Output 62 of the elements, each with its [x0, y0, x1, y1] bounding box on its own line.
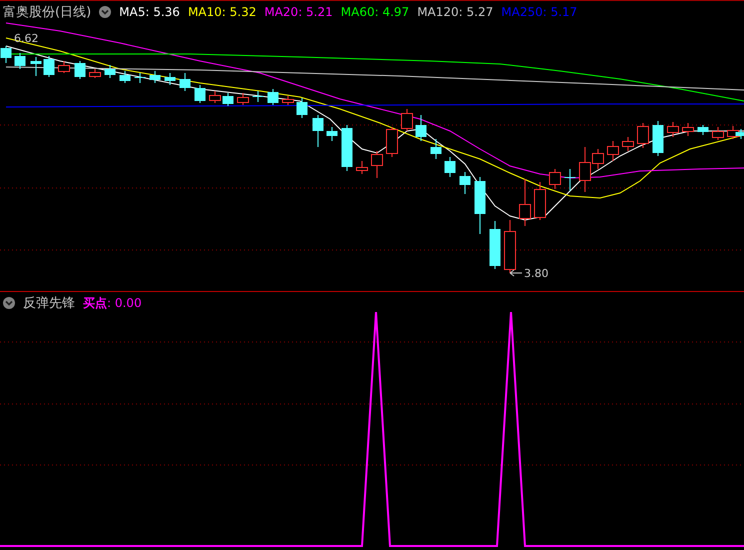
candlestick	[549, 168, 561, 190]
candlestick	[667, 122, 679, 138]
candlestick	[607, 140, 619, 162]
candlestick	[104, 64, 116, 78]
moving-average-value: MA60: 4.97	[340, 5, 410, 19]
candlestick	[504, 220, 516, 274]
candlestick	[58, 60, 70, 74]
moving-average-value: MA120: 5.27	[417, 5, 494, 19]
moving-average-value: MA250: 5.17	[501, 5, 578, 19]
candlestick	[150, 70, 160, 84]
candlestick	[209, 90, 221, 104]
candlestick	[682, 122, 694, 136]
candlestick	[14, 52, 26, 70]
high-price-label: 6.62	[14, 32, 38, 45]
candlestick	[460, 172, 470, 194]
candlestick	[222, 92, 234, 106]
candlestick	[564, 168, 576, 192]
candlestick	[134, 72, 146, 84]
candlestick	[444, 156, 456, 178]
collapse-icon[interactable]	[3, 297, 15, 309]
candlestick	[490, 220, 500, 270]
candlestick	[712, 126, 724, 140]
candlestick	[296, 98, 308, 118]
candlestick	[534, 182, 546, 220]
candlestick	[519, 178, 531, 226]
candlestick	[180, 72, 190, 92]
candlestick	[356, 160, 368, 174]
candlestick	[268, 88, 278, 106]
candlestick	[194, 84, 206, 104]
candlestick	[401, 108, 413, 132]
candlestick	[237, 92, 249, 106]
candlestick	[44, 56, 54, 78]
candlestick	[164, 72, 176, 86]
low-price-label: 3.80	[524, 267, 548, 280]
candlestick	[0, 46, 12, 64]
moving-average-value: MA5: 5.36	[119, 5, 180, 19]
candlestick	[282, 96, 294, 106]
candlestick	[430, 138, 442, 160]
candlestick	[371, 150, 383, 178]
stock-title: 富奥股份(日线)	[3, 4, 92, 21]
moving-average-value: MA10: 5.32	[188, 5, 256, 19]
candlestick	[736, 128, 744, 140]
buy-point-readout: 买点: 0.00	[83, 294, 142, 312]
candlestick	[326, 126, 338, 142]
candlestick	[312, 114, 324, 148]
indicator-title: 反弹先锋	[23, 295, 75, 312]
candlestick	[74, 60, 86, 80]
candlestick	[622, 136, 634, 152]
candlestick	[89, 68, 101, 78]
candlestick	[652, 120, 664, 156]
collapse-icon[interactable]	[99, 6, 112, 18]
candlestick	[342, 124, 352, 172]
candlestick	[252, 90, 264, 102]
candlestick	[637, 122, 649, 148]
pointer-arrow	[510, 270, 522, 276]
moving-average-value: MA20: 5.21	[264, 5, 333, 19]
candlestick	[120, 70, 130, 84]
candlestick	[416, 114, 426, 142]
candlestick	[474, 176, 486, 234]
candlestick	[30, 56, 42, 76]
candlestick	[698, 124, 708, 136]
candlestick	[386, 126, 398, 158]
